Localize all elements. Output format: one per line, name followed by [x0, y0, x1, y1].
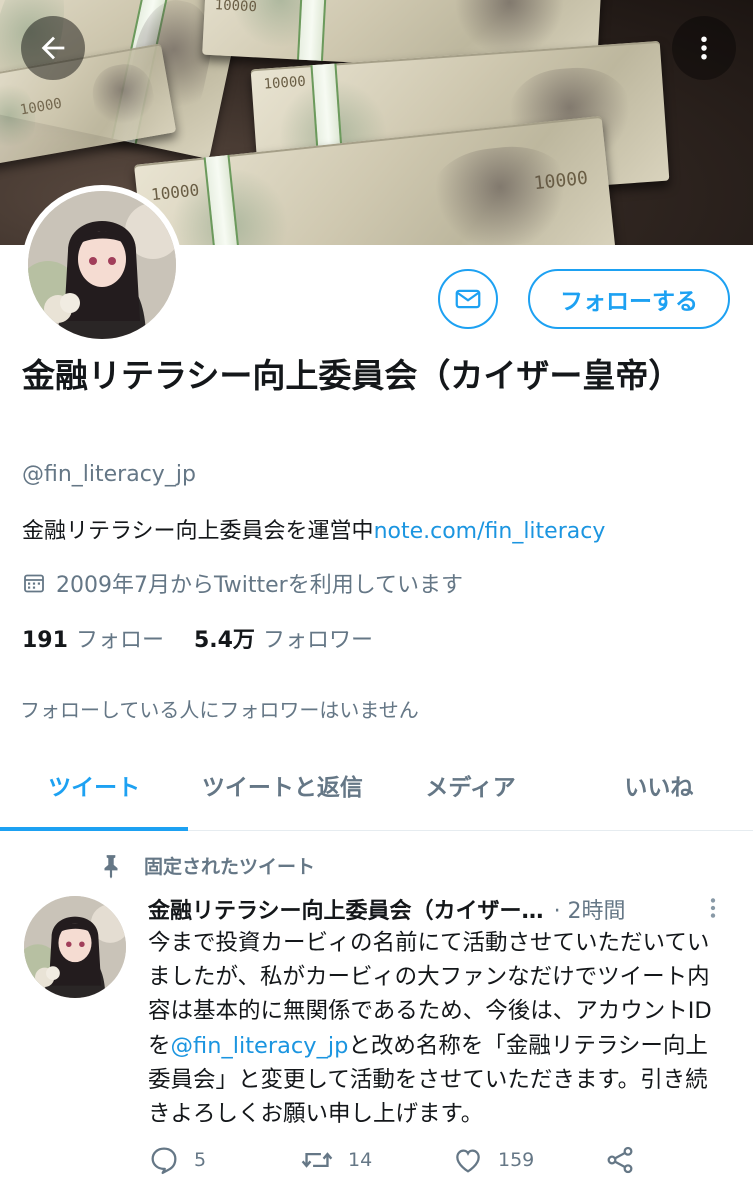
- tweet-actions: 5 14 159: [148, 1140, 648, 1180]
- profile-tabs: ツイート ツイートと返信 メディア いいね: [0, 740, 753, 831]
- retweet-count: 14: [348, 1149, 373, 1171]
- following-stat[interactable]: 191 フォロー: [22, 622, 164, 654]
- follow-stats: 191 フォロー 5.4万 フォロワー: [22, 622, 373, 654]
- tab-media[interactable]: メディア: [377, 740, 565, 830]
- avatar-illustration: [24, 896, 126, 998]
- retweet-button[interactable]: 14: [300, 1144, 452, 1176]
- joined-date: 2009年7月からTwitterを利用しています: [22, 567, 463, 599]
- reply-count: 5: [194, 1149, 207, 1171]
- pinned-indicator: 固定されたツイート: [98, 852, 315, 879]
- joined-text: 2009年7月からTwitterを利用しています: [56, 573, 464, 598]
- followers-stat[interactable]: 5.4万 フォロワー: [194, 622, 373, 654]
- following-count: 191: [22, 628, 68, 653]
- following-label: フォロー: [75, 628, 164, 653]
- followers-count: 5.4万: [193, 628, 255, 653]
- tweet-timestamp[interactable]: · 2時間: [554, 893, 626, 925]
- pinned-label: 固定されたツイート: [144, 856, 316, 878]
- envelope-icon: [455, 289, 481, 309]
- tweet-text: 今まで投資カービィの名前にて活動させていただいていましたが、私がカービィの大ファ…: [148, 930, 712, 1128]
- heart-icon: [456, 1149, 480, 1173]
- profile-bio: 金融リテラシー向上委員会を運営中note.com/fin_literacy: [22, 513, 605, 545]
- more-vertical-icon: [701, 36, 707, 60]
- like-button[interactable]: 159: [452, 1144, 604, 1176]
- followers-label: フォロワー: [262, 628, 373, 653]
- reply-button[interactable]: 5: [148, 1144, 300, 1176]
- tweet-more-icon[interactable]: [700, 895, 726, 921]
- tweet-header: 金融リテラシー向上委員会（カイザー… · 2時間: [148, 893, 738, 925]
- share-button[interactable]: [604, 1144, 636, 1176]
- tweet-author-avatar[interactable]: [24, 896, 126, 998]
- pin-icon: [104, 854, 118, 878]
- follow-button[interactable]: フォローする: [528, 269, 730, 329]
- back-button[interactable]: [21, 16, 85, 80]
- avatar-illustration: [28, 191, 176, 339]
- tab-tweets-and-replies[interactable]: ツイートと返信: [188, 740, 376, 830]
- tab-tweets[interactable]: ツイート: [0, 740, 189, 831]
- share-icon: [607, 1146, 633, 1174]
- arrow-left-icon: [41, 36, 65, 60]
- calendar-icon: [24, 574, 44, 593]
- profile-display-name: 金融リテラシー向上委員会（カイザー皇帝）: [22, 356, 682, 395]
- followers-you-know[interactable]: フォローしている人にフォロワーはいません: [20, 694, 419, 723]
- bio-text: 金融リテラシー向上委員会を運営中: [22, 519, 374, 544]
- retweet-icon: [301, 1152, 333, 1168]
- tweet-mention-link[interactable]: @fin_literacy_jp: [171, 1033, 349, 1059]
- like-count: 159: [498, 1149, 535, 1171]
- reply-icon: [151, 1147, 177, 1175]
- bio-link[interactable]: note.com/fin_literacy: [374, 519, 606, 544]
- profile-avatar[interactable]: [22, 185, 182, 345]
- more-options-button[interactable]: [672, 16, 736, 80]
- profile-handle: @fin_literacy_jp: [22, 462, 196, 487]
- message-button[interactable]: [438, 269, 498, 329]
- tab-likes[interactable]: いいね: [565, 740, 753, 830]
- tweet-author-name[interactable]: 金融リテラシー向上委員会（カイザー…: [148, 893, 544, 925]
